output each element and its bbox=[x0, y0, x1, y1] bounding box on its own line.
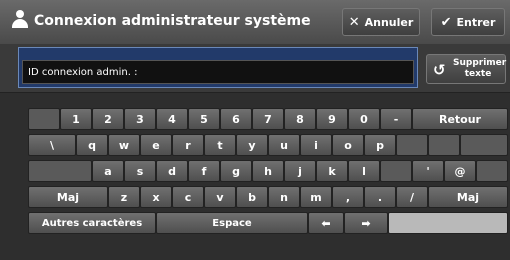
key-4[interactable]: 4 bbox=[156, 108, 188, 130]
blank-key bbox=[28, 160, 92, 182]
blank-key bbox=[388, 212, 508, 234]
delete-text-label: Supprimer texte bbox=[453, 58, 507, 79]
key-b[interactable]: b bbox=[236, 186, 268, 208]
undo-icon: ↺ bbox=[433, 61, 446, 79]
key-p[interactable]: p bbox=[364, 134, 396, 156]
key-l[interactable]: l bbox=[348, 160, 380, 182]
key-r[interactable]: r bbox=[172, 134, 204, 156]
arrow-right-icon[interactable]: ➡ bbox=[344, 212, 388, 234]
keyboard: 1 2 3 4 5 6 7 8 9 0 - Retour \ q w e r t… bbox=[0, 92, 510, 260]
key-2[interactable]: 2 bbox=[92, 108, 124, 130]
key-u[interactable]: u bbox=[268, 134, 300, 156]
key-c[interactable]: c bbox=[172, 186, 204, 208]
enter-button[interactable]: ✔ Entrer bbox=[431, 8, 505, 36]
key-w[interactable]: w bbox=[108, 134, 140, 156]
cancel-label: Annuler bbox=[364, 15, 414, 29]
key-f[interactable]: f bbox=[188, 160, 220, 182]
close-icon: ✕ bbox=[348, 14, 360, 30]
key-9[interactable]: 9 bbox=[316, 108, 348, 130]
page-title: Connexion administrateur système bbox=[34, 13, 311, 29]
other-characters-key[interactable]: Autres caractères bbox=[28, 212, 156, 234]
key-s[interactable]: s bbox=[124, 160, 156, 182]
shift-left-key[interactable]: Maj bbox=[28, 186, 108, 208]
admin-id-label: ID connexion admin. : bbox=[28, 67, 138, 78]
key-a[interactable]: a bbox=[92, 160, 124, 182]
user-icon bbox=[11, 10, 29, 30]
key-hyphen[interactable]: - bbox=[380, 108, 412, 130]
return-key[interactable]: Retour bbox=[412, 108, 508, 130]
key-apostrophe[interactable]: ' bbox=[412, 160, 444, 182]
delete-text-button[interactable]: ↺ Supprimer texte bbox=[426, 54, 506, 84]
shift-right-key[interactable]: Maj bbox=[428, 186, 508, 208]
key-e[interactable]: e bbox=[140, 134, 172, 156]
key-x[interactable]: x bbox=[140, 186, 172, 208]
key-d[interactable]: d bbox=[156, 160, 188, 182]
key-i[interactable]: i bbox=[300, 134, 332, 156]
key-g[interactable]: g bbox=[220, 160, 252, 182]
blank-key bbox=[380, 160, 412, 182]
key-comma[interactable]: , bbox=[332, 186, 364, 208]
key-v[interactable]: v bbox=[204, 186, 236, 208]
input-area: ID connexion admin. : ↺ Supprimer texte bbox=[0, 44, 510, 92]
key-at[interactable]: @ bbox=[444, 160, 476, 182]
space-key[interactable]: Espace bbox=[156, 212, 308, 234]
key-period[interactable]: . bbox=[364, 186, 396, 208]
key-m[interactable]: m bbox=[300, 186, 332, 208]
key-5[interactable]: 5 bbox=[188, 108, 220, 130]
checkmark-icon: ✔ bbox=[440, 14, 452, 30]
field-frame: ID connexion admin. : bbox=[18, 47, 418, 88]
key-0[interactable]: 0 bbox=[348, 108, 380, 130]
key-t[interactable]: t bbox=[204, 134, 236, 156]
key-y[interactable]: y bbox=[236, 134, 268, 156]
key-n[interactable]: n bbox=[268, 186, 300, 208]
admin-id-field[interactable]: ID connexion admin. : bbox=[22, 60, 414, 84]
arrow-left-icon[interactable]: ⬅ bbox=[308, 212, 344, 234]
key-o[interactable]: o bbox=[332, 134, 364, 156]
title-bar: Connexion administrateur système ✕ Annul… bbox=[0, 0, 510, 44]
cancel-button[interactable]: ✕ Annuler bbox=[342, 8, 420, 36]
key-k[interactable]: k bbox=[316, 160, 348, 182]
enter-label: Entrer bbox=[456, 15, 496, 29]
key-q[interactable]: q bbox=[76, 134, 108, 156]
blank-key bbox=[396, 134, 428, 156]
key-1[interactable]: 1 bbox=[60, 108, 92, 130]
key-7[interactable]: 7 bbox=[252, 108, 284, 130]
key-6[interactable]: 6 bbox=[220, 108, 252, 130]
blank-key bbox=[460, 134, 508, 156]
blank-key bbox=[428, 134, 460, 156]
blank-key bbox=[476, 160, 508, 182]
key-j[interactable]: j bbox=[284, 160, 316, 182]
key-z[interactable]: z bbox=[108, 186, 140, 208]
key-8[interactable]: 8 bbox=[284, 108, 316, 130]
key-slash[interactable]: / bbox=[396, 186, 428, 208]
key-3[interactable]: 3 bbox=[124, 108, 156, 130]
key-backslash[interactable]: \ bbox=[28, 134, 76, 156]
blank-key bbox=[28, 108, 60, 130]
key-h[interactable]: h bbox=[252, 160, 284, 182]
